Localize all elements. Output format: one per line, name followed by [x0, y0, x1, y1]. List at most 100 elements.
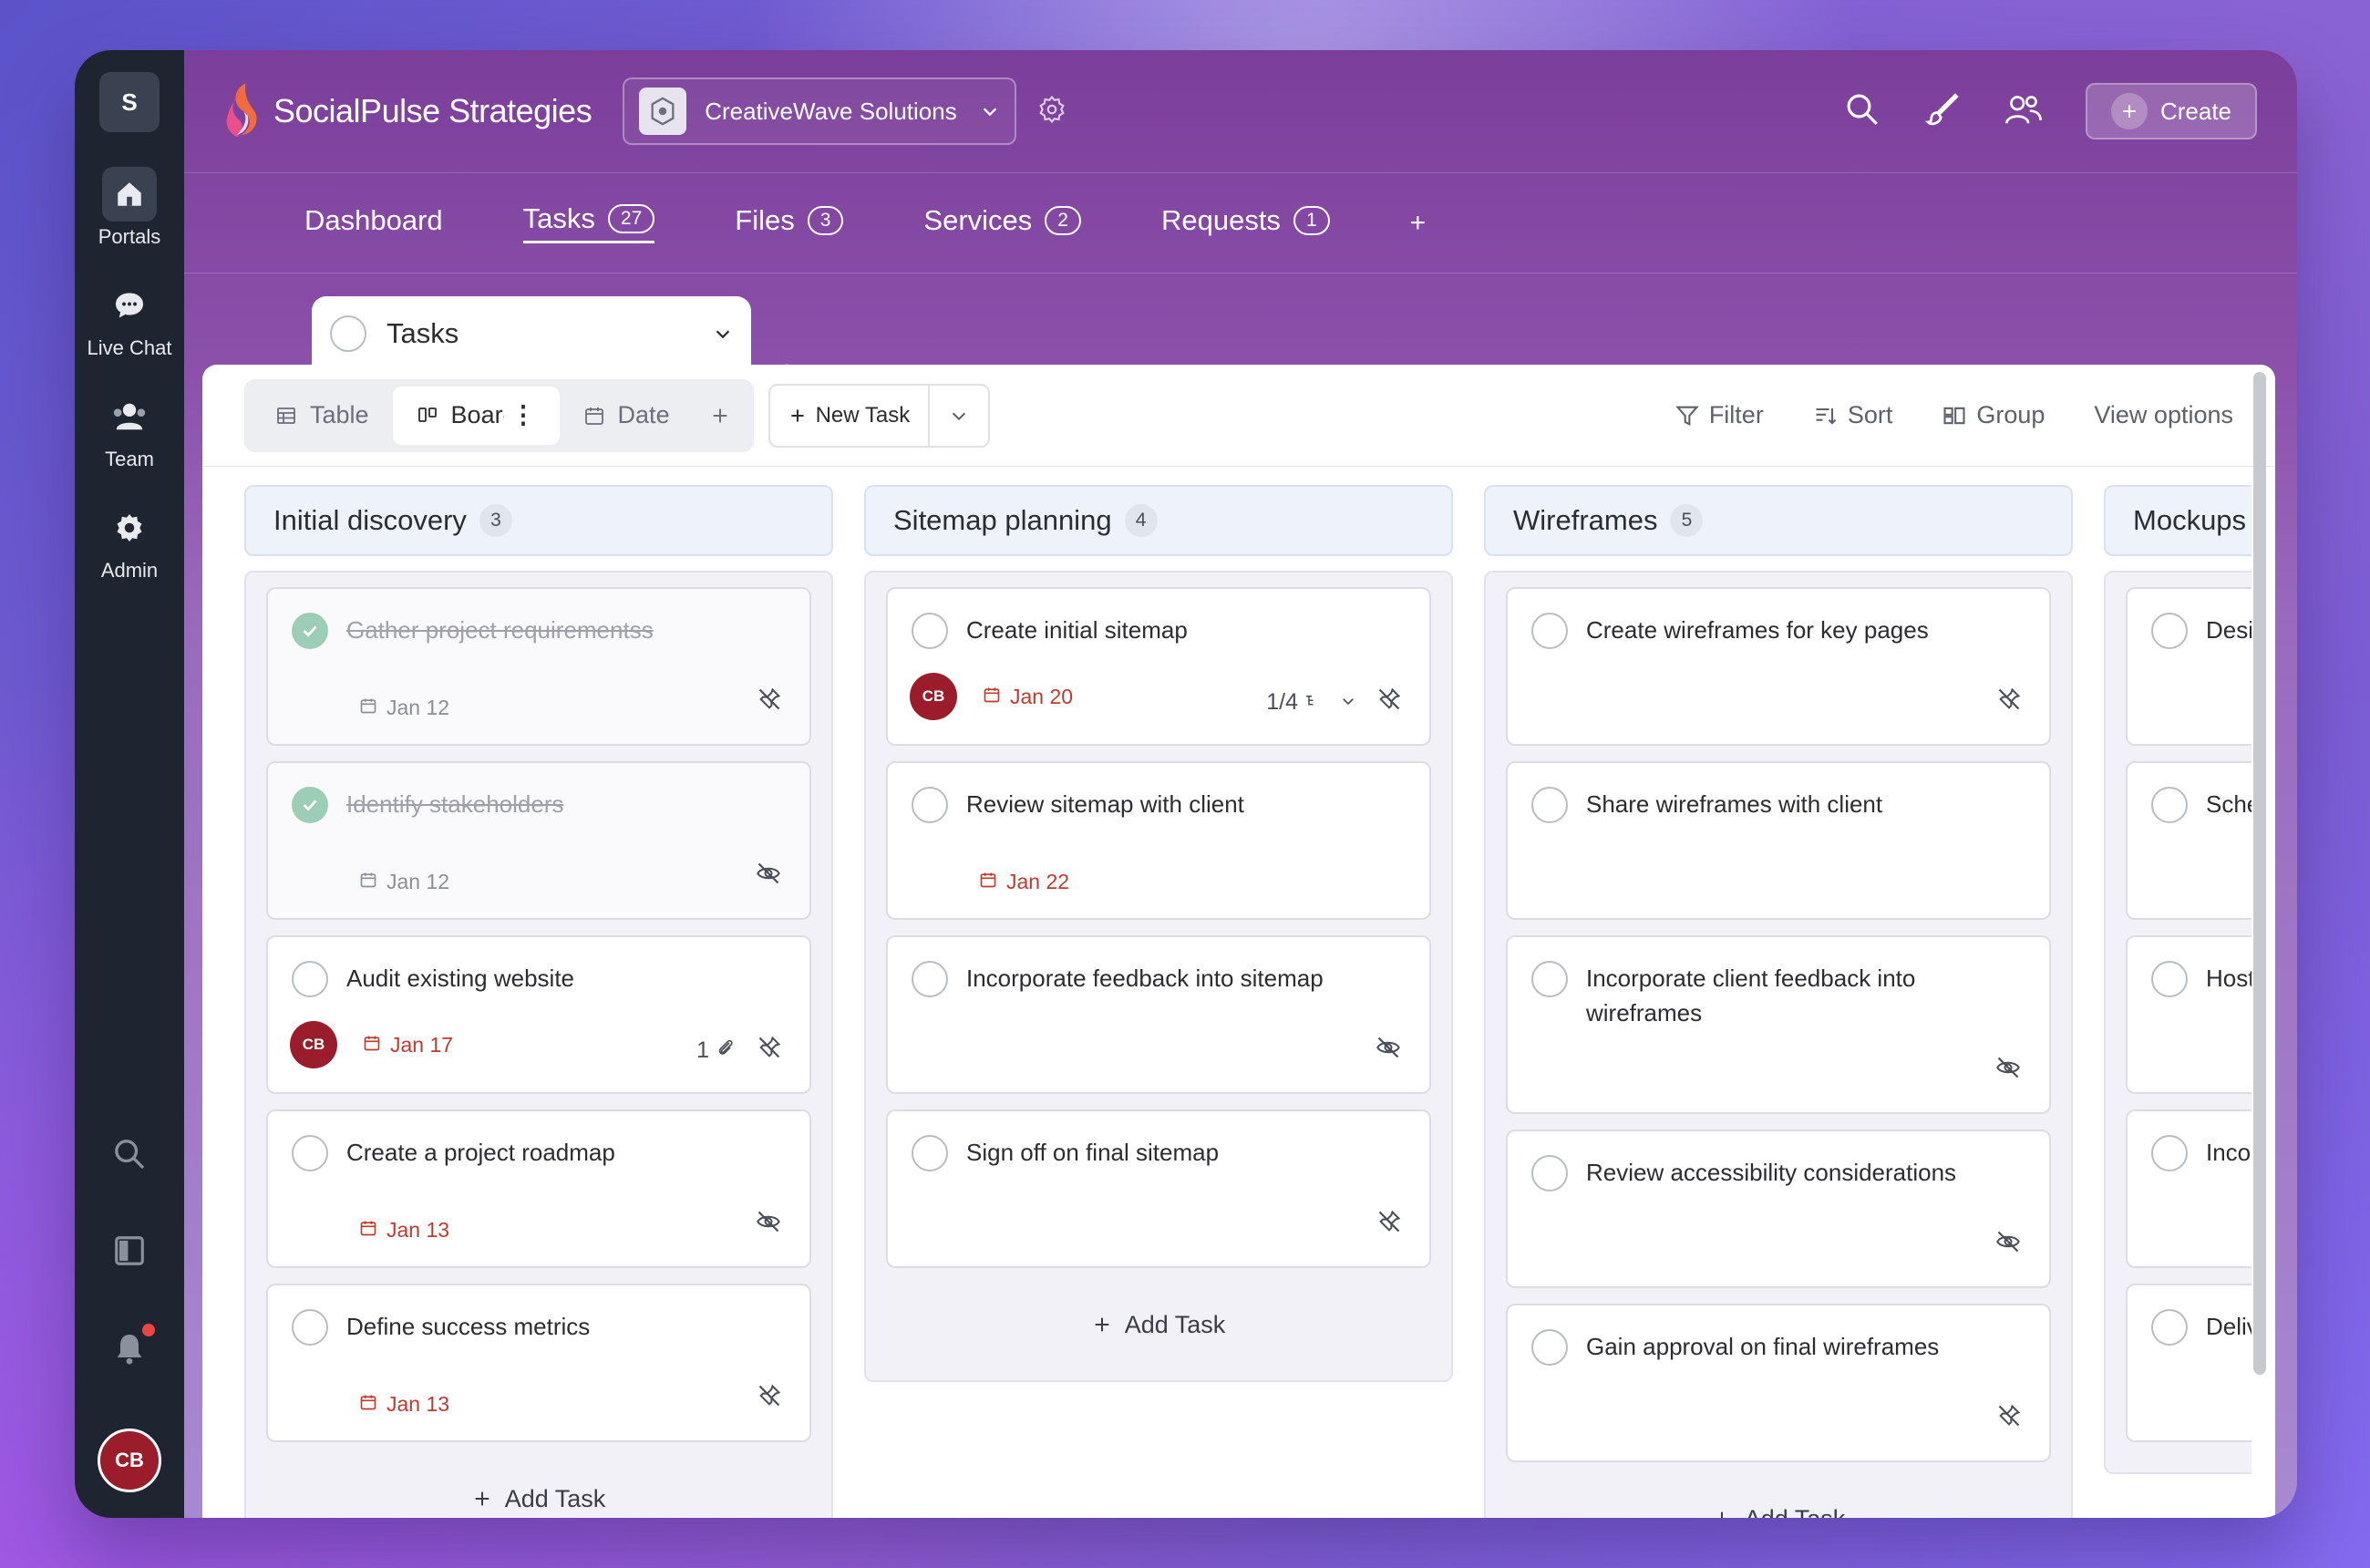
tab-tasks[interactable]: Tasks 27 — [522, 202, 655, 243]
task-title[interactable]: Audit existing website — [346, 961, 574, 995]
view-options-button[interactable]: View options — [2094, 401, 2233, 429]
unpin-icon[interactable] — [1376, 686, 1402, 718]
task-card[interactable]: Audit existing website CB Jan 17 1 — [266, 935, 811, 1094]
task-title[interactable]: Define success metrics — [346, 1309, 590, 1344]
add-task-button[interactable]: Add Task — [266, 1458, 811, 1518]
task-title[interactable]: Create wireframes for key pages — [1586, 613, 1929, 647]
create-button[interactable]: Create — [2086, 83, 2257, 139]
rail-item-team[interactable]: Team — [102, 389, 157, 471]
task-title[interactable]: Gain approval on final wireframes — [1586, 1329, 1939, 1364]
rail-item-admin[interactable]: Admin — [101, 500, 158, 583]
task-checkbox[interactable] — [1531, 613, 1568, 649]
task-title[interactable]: Incor — [2206, 1135, 2252, 1170]
task-card[interactable]: Incor — [2126, 1109, 2252, 1268]
notifications-icon[interactable] — [111, 1324, 155, 1372]
task-title[interactable]: Deliv — [2206, 1309, 2252, 1344]
add-tab-button[interactable]: + — [1410, 208, 1427, 239]
tab-files[interactable]: Files 3 — [735, 204, 844, 242]
task-checkbox[interactable] — [912, 613, 948, 649]
rail-item-live-chat[interactable]: Live Chat — [88, 278, 171, 360]
users-icon[interactable] — [2004, 90, 2044, 133]
assignee-avatar[interactable]: CB — [910, 673, 957, 720]
task-title[interactable]: Share wireframes with client — [1586, 787, 1882, 821]
task-card[interactable]: Create initial sitemap CB Jan 20 1/4 — [886, 587, 1431, 746]
column-header[interactable]: Sitemap planning 4 — [864, 485, 1453, 556]
task-card[interactable]: Review sitemap with client Jan 22 — [886, 761, 1431, 920]
unpin-icon[interactable] — [1376, 1209, 1402, 1241]
assignee-avatar[interactable]: CB — [290, 1021, 337, 1068]
task-card[interactable]: Incorporate feedback into sitemap — [886, 935, 1431, 1094]
view-selector[interactable]: Tasks — [312, 296, 751, 371]
task-title[interactable]: Identify stakeholders — [346, 787, 563, 821]
task-checkbox[interactable] — [292, 1135, 328, 1171]
task-checkbox[interactable] — [1531, 787, 1568, 823]
eye-off-icon[interactable] — [1994, 1229, 2022, 1261]
task-title[interactable]: Review accessibility considerations — [1586, 1155, 1956, 1190]
task-title[interactable]: Schec — [2206, 787, 2252, 821]
new-task-button[interactable]: New Task — [770, 385, 931, 446]
task-card[interactable]: Gather project requirementss Jan 12 — [266, 587, 811, 746]
due-date[interactable]: Jan 12 — [386, 696, 449, 720]
column-header[interactable]: Mockups — [2104, 485, 2252, 556]
rail-item-portals[interactable]: Portals — [98, 167, 160, 249]
settings-gear-icon[interactable] — [1036, 94, 1067, 129]
due-date[interactable]: Jan 13 — [386, 1392, 449, 1417]
task-title[interactable]: Sign off on final sitemap — [966, 1135, 1219, 1170]
task-title[interactable]: Host — [2206, 961, 2252, 995]
search-icon[interactable] — [111, 1136, 148, 1177]
more-vertical-icon[interactable]: ⋮ — [511, 401, 536, 429]
tab-requests[interactable]: Requests 1 — [1161, 204, 1330, 242]
task-card[interactable]: Share wireframes with client — [1506, 761, 2051, 920]
task-card[interactable]: Deliv — [2126, 1284, 2252, 1442]
mode-board[interactable]: Board ⋮ — [392, 386, 560, 445]
task-title[interactable]: Create initial sitemap — [966, 613, 1188, 647]
due-date[interactable]: Jan 20 — [1010, 685, 1073, 709]
unpin-icon[interactable] — [757, 686, 782, 718]
task-checkbox[interactable] — [1531, 961, 1568, 997]
task-checkbox[interactable] — [1531, 1155, 1568, 1191]
tab-dashboard[interactable]: Dashboard — [304, 204, 443, 242]
add-task-button[interactable]: Add Task — [886, 1284, 1431, 1366]
brush-icon[interactable] — [1923, 90, 1962, 133]
mode-date[interactable]: Date — [560, 387, 694, 445]
workspace-select[interactable]: CreativeWave Solutions — [623, 77, 1017, 145]
subtask-count[interactable]: 1/4 — [1266, 689, 1298, 716]
task-checkbox[interactable] — [912, 1135, 948, 1171]
task-card[interactable]: Schec — [2126, 761, 2252, 920]
task-title[interactable]: Gather project requirementss — [346, 613, 654, 647]
task-checkbox[interactable] — [2151, 1309, 2188, 1346]
column-header[interactable]: Initial discovery 3 — [244, 485, 833, 556]
filter-button[interactable]: Filter — [1674, 401, 1764, 429]
workspace-badge[interactable]: S — [99, 72, 160, 132]
task-checkbox[interactable] — [2151, 787, 2188, 823]
search-icon[interactable] — [1843, 90, 1881, 133]
unpin-icon[interactable] — [1996, 686, 2022, 718]
task-checkbox[interactable] — [292, 1309, 328, 1346]
check-icon[interactable] — [292, 613, 328, 649]
task-card[interactable]: Review accessibility considerations — [1506, 1130, 2051, 1288]
paperclip-icon[interactable] — [715, 1037, 737, 1065]
task-title[interactable]: Desig — [2206, 613, 2252, 647]
task-checkbox[interactable] — [912, 787, 948, 823]
task-title[interactable]: Review sitemap with client — [966, 787, 1244, 821]
column-header[interactable]: Wireframes 5 — [1484, 485, 2073, 556]
due-date[interactable]: Jan 12 — [386, 870, 449, 894]
add-view-mode-button[interactable] — [694, 387, 747, 445]
tab-services[interactable]: Services 2 — [923, 204, 1081, 242]
task-checkbox[interactable] — [1531, 1329, 1568, 1366]
due-date[interactable]: Jan 17 — [390, 1033, 453, 1057]
sidebar-toggle-icon[interactable] — [112, 1233, 147, 1273]
unpin-icon[interactable] — [757, 1383, 782, 1415]
task-card[interactable]: Gain approval on final wireframes — [1506, 1304, 2051, 1462]
eye-off-icon[interactable] — [1375, 1035, 1402, 1067]
task-card[interactable]: Host — [2126, 935, 2252, 1094]
due-date[interactable]: Jan 13 — [386, 1218, 449, 1243]
add-task-button[interactable]: Add Task — [1506, 1478, 2051, 1518]
task-checkbox[interactable] — [2151, 1135, 2188, 1171]
task-checkbox[interactable] — [912, 961, 948, 997]
group-button[interactable]: Group — [1942, 401, 2045, 429]
task-card[interactable]: Identify stakeholders Jan 12 — [266, 761, 811, 920]
unpin-icon[interactable] — [1996, 1403, 2022, 1435]
task-card[interactable]: Create a project roadmap Jan 13 — [266, 1109, 811, 1268]
task-checkbox[interactable] — [2151, 613, 2188, 649]
